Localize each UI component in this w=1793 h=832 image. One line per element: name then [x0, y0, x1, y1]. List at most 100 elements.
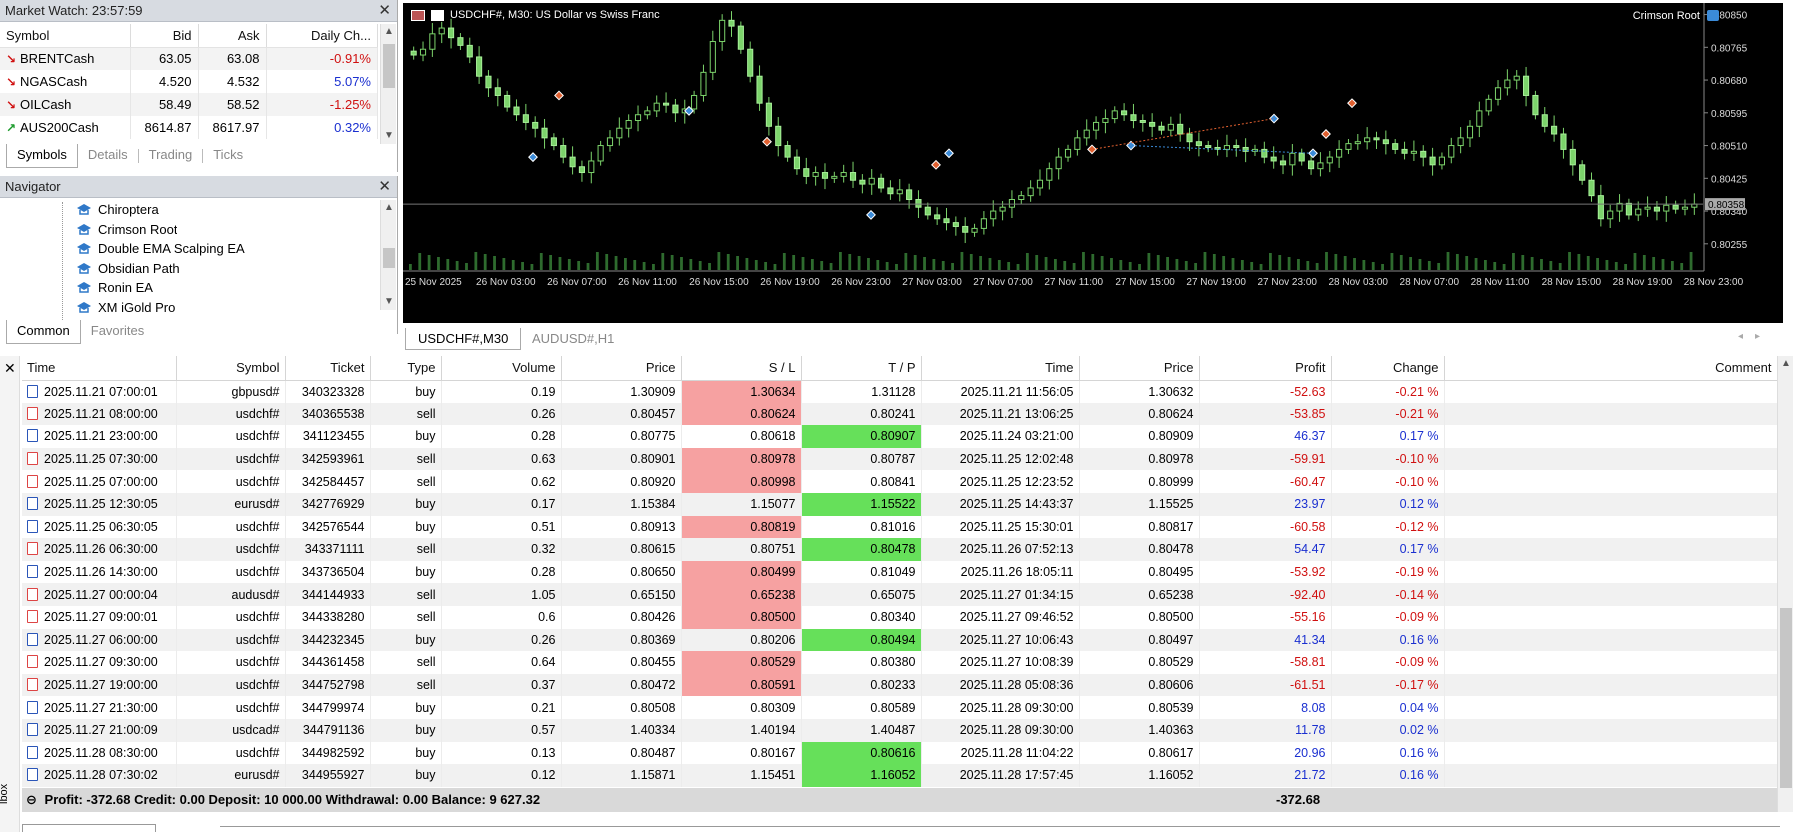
volume-bar — [1418, 259, 1422, 270]
column-header[interactable]: Bid — [130, 24, 199, 48]
market-watch-row[interactable]: ↗ AUS200Cash 8614.87 8617.97 0.32% — [0, 116, 378, 139]
scroll-down-icon[interactable]: ▼ — [381, 294, 397, 310]
buy-order-icon — [27, 768, 38, 782]
tab-ticks[interactable]: Ticks — [203, 144, 253, 168]
close-icon[interactable]: ✕ — [378, 176, 391, 198]
candle-body — [980, 218, 987, 229]
volume-bar — [1502, 264, 1506, 270]
table-row[interactable]: 2025.11.25 07:30:00 usdchf# 342593961 sell 0… — [22, 447, 1778, 471]
candle-body — [1504, 79, 1511, 89]
candle-body — [1410, 150, 1417, 154]
close-time-cell: 2025.11.21 11:56:05 — [921, 380, 1080, 403]
chart-type-icon[interactable] — [431, 9, 444, 21]
column-header[interactable]: Type — [370, 356, 442, 381]
type-cell: sell — [370, 651, 442, 674]
close-icon[interactable]: ✕ — [378, 0, 391, 22]
market-watch-tabs: Symbols Details Trading Ticks — [6, 144, 253, 168]
close-time-cell: 2025.11.28 17:57:45 — [921, 764, 1080, 787]
close-time-cell: 2025.11.27 10:08:39 — [921, 651, 1080, 674]
scroll-up-icon[interactable]: ▲ — [381, 24, 397, 40]
buy-order-icon — [27, 745, 38, 759]
column-header[interactable]: Price — [561, 356, 682, 381]
volume-bar — [1072, 263, 1076, 270]
column-header[interactable]: Volume — [441, 356, 562, 381]
column-header[interactable]: Time — [921, 356, 1080, 381]
type-cell: buy — [370, 492, 442, 516]
column-header[interactable]: Time — [22, 356, 177, 381]
tab-common[interactable]: Common — [6, 320, 81, 344]
candle-body — [1522, 75, 1530, 96]
close-icon[interactable]: ✕ — [4, 360, 16, 377]
tab-trading[interactable]: Trading — [139, 144, 203, 168]
price-chart[interactable]: 0.80850 0.80765 0.80680 0.80595 0.80510 0.804… — [403, 3, 1783, 323]
volume-bar — [1306, 261, 1310, 270]
market-watch-row[interactable]: ↘ OILCash 58.49 58.52 -1.25% — [0, 93, 378, 116]
column-header[interactable]: Price — [1079, 356, 1200, 381]
table-row[interactable]: 2025.11.27 21:30:00 usdchf# 344799974 buy 0.… — [22, 696, 1778, 719]
bottom-tab[interactable] — [22, 824, 156, 832]
candle-body — [709, 41, 716, 73]
scroll-up-icon[interactable]: ▲ — [1778, 356, 1793, 372]
column-header[interactable]: Ticket — [285, 356, 371, 381]
column-header[interactable]: Ask — [198, 24, 267, 48]
history-scrollbar[interactable]: ▲ — [1777, 356, 1793, 812]
volume-bar — [848, 254, 852, 270]
table-row[interactable]: 2025.11.25 07:00:00 usdchf# 342584457 sell 0… — [22, 470, 1778, 493]
volume-bar — [1119, 260, 1123, 270]
collapse-icon[interactable]: ⊖ — [26, 792, 37, 807]
candle-body — [1336, 148, 1343, 158]
candle-body — [1092, 121, 1100, 131]
volume-bar — [979, 256, 983, 270]
candle-body — [896, 189, 903, 195]
table-row[interactable]: 2025.11.27 06:00:00 usdchf# 344232345 buy 0.… — [22, 628, 1778, 652]
column-header[interactable]: Change — [1331, 356, 1445, 381]
table-row[interactable]: 2025.11.27 00:00:04 audusd# 344144933 sell 1… — [22, 583, 1778, 606]
tab-usdchf[interactable]: USDCHF#,M30 — [405, 328, 522, 350]
table-row[interactable]: 2025.11.21 08:00:00 usdchf# 340365538 sell 0… — [22, 402, 1778, 426]
tab-details[interactable]: Details — [78, 144, 138, 168]
column-header[interactable]: Daily Ch... — [266, 24, 378, 48]
volume-bar — [1549, 261, 1553, 270]
tab-favorites[interactable]: Favorites — [81, 320, 154, 344]
tab-scroll-arrows[interactable]: ◂▸ — [1738, 331, 1772, 342]
candle-body — [1569, 148, 1576, 166]
scroll-thumb[interactable] — [383, 248, 395, 268]
column-header[interactable]: T / P — [801, 356, 922, 381]
table-row[interactable]: 2025.11.27 09:00:01 usdchf# 344338280 sell 0… — [22, 605, 1778, 629]
chart-canvas[interactable]: 0.808500.807650.806800.805950.805100.804… — [403, 3, 1783, 323]
chart-menu-icon[interactable] — [411, 9, 425, 21]
table-row[interactable]: 2025.11.25 12:30:05 eurusd# 342776929 buy 0.… — [22, 492, 1778, 516]
column-header[interactable]: Profit — [1199, 356, 1332, 381]
table-row[interactable]: 2025.11.26 14:30:00 usdchf# 343736504 buy 0.… — [22, 560, 1778, 584]
candle-body — [447, 27, 455, 39]
table-row[interactable]: 2025.11.27 19:00:00 usdchf# 344752798 sell 0… — [22, 673, 1778, 697]
tab-audusd[interactable]: AUDUSD#,H1 — [520, 328, 626, 350]
column-header[interactable]: Symbol — [0, 24, 131, 48]
candle-body — [1046, 168, 1053, 181]
change-cell: 0.17 % — [1331, 425, 1445, 448]
table-row[interactable]: 2025.11.27 09:30:00 usdchf# 344361458 sell 0… — [22, 651, 1778, 674]
table-row[interactable]: 2025.11.26 06:30:00 usdchf# 343371111 sell 0… — [22, 538, 1778, 561]
scroll-thumb[interactable] — [1780, 608, 1792, 788]
table-row[interactable]: 2025.11.28 07:30:02 eurusd# 344955927 buy 0.… — [22, 764, 1778, 787]
column-header[interactable]: Comment — [1444, 356, 1778, 381]
table-row[interactable]: 2025.11.21 23:00:00 usdchf# 341123455 buy 0.… — [22, 425, 1778, 448]
volume-bar — [1427, 261, 1431, 270]
scroll-up-icon[interactable]: ▲ — [381, 200, 397, 216]
navigator-item[interactable]: XM iGold Pro — [76, 297, 175, 319]
tab-symbols[interactable]: Symbols — [6, 144, 78, 168]
table-row[interactable]: 2025.11.21 07:00:01 gbpusd# 340323328 buy 0.… — [22, 380, 1778, 403]
column-header[interactable]: Symbol — [176, 356, 286, 381]
table-row[interactable]: 2025.11.27 21:00:09 usdcad# 344791136 buy 0.… — [22, 718, 1778, 742]
scroll-down-icon[interactable]: ▼ — [381, 128, 397, 144]
market-watch-row[interactable]: ↘ NGASCash 4.520 4.532 5.07% — [0, 70, 378, 93]
table-row[interactable]: 2025.11.28 08:30:00 usdchf# 344982592 buy 0.… — [22, 741, 1778, 765]
market-watch-row[interactable]: ↘ BRENTCash 63.05 63.08 -0.91% — [0, 47, 378, 70]
scroll-thumb[interactable] — [383, 44, 395, 88]
table-row[interactable]: 2025.11.25 06:30:05 usdchf# 342576544 buy 0.… — [22, 515, 1778, 539]
candle-body — [915, 199, 922, 208]
column-header[interactable]: S / L — [681, 356, 802, 381]
market-watch-scrollbar[interactable]: ▲ ▼ — [380, 24, 396, 144]
navigator-scrollbar[interactable]: ▲ ▼ — [380, 200, 396, 310]
volume-bar — [867, 258, 870, 270]
